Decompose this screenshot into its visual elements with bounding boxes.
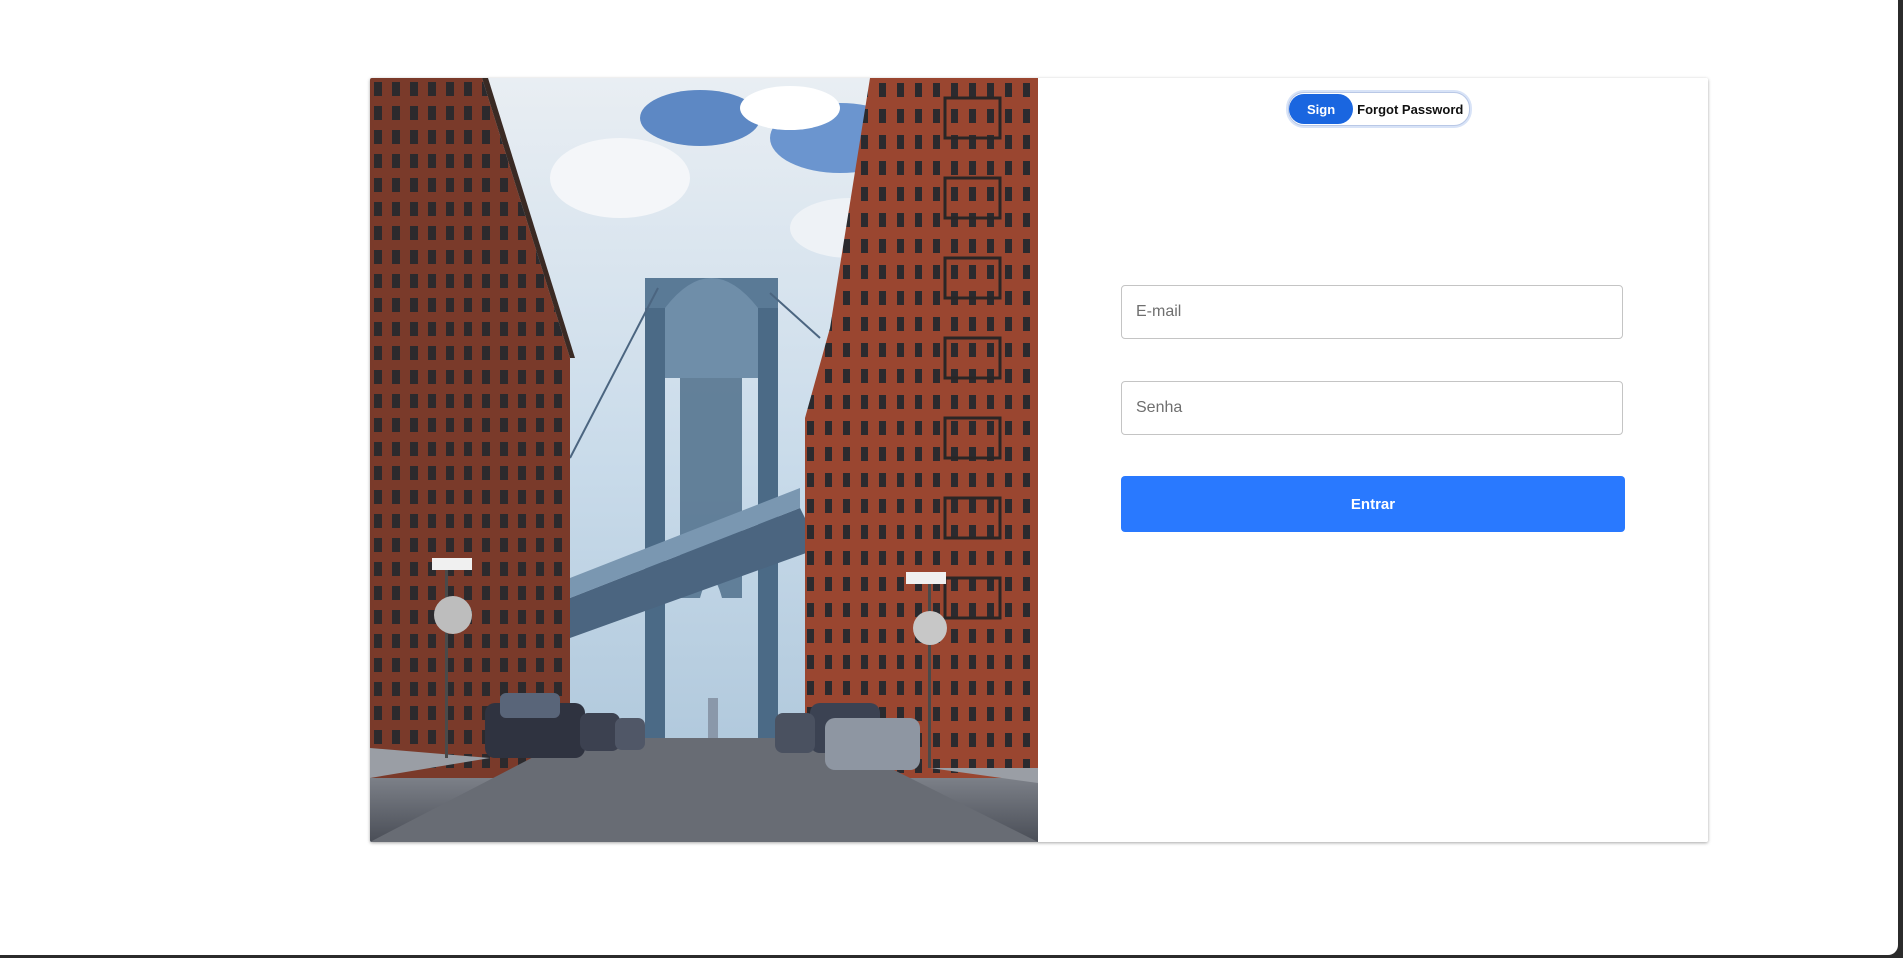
auth-mode-toggle: Sign Forgot Password (1288, 92, 1471, 126)
hero-photo (370, 78, 1038, 842)
login-button[interactable]: Entrar (1121, 476, 1625, 532)
login-form-pane: Sign Forgot Password Entrar (1038, 78, 1708, 842)
password-field[interactable] (1121, 381, 1623, 435)
email-field[interactable] (1121, 285, 1623, 339)
forgot-password-tab[interactable]: Forgot Password (1353, 94, 1465, 124)
sign-tab[interactable]: Sign (1289, 94, 1354, 124)
login-card: Sign Forgot Password Entrar (370, 78, 1708, 842)
page: Sign Forgot Password Entrar (0, 0, 1898, 955)
